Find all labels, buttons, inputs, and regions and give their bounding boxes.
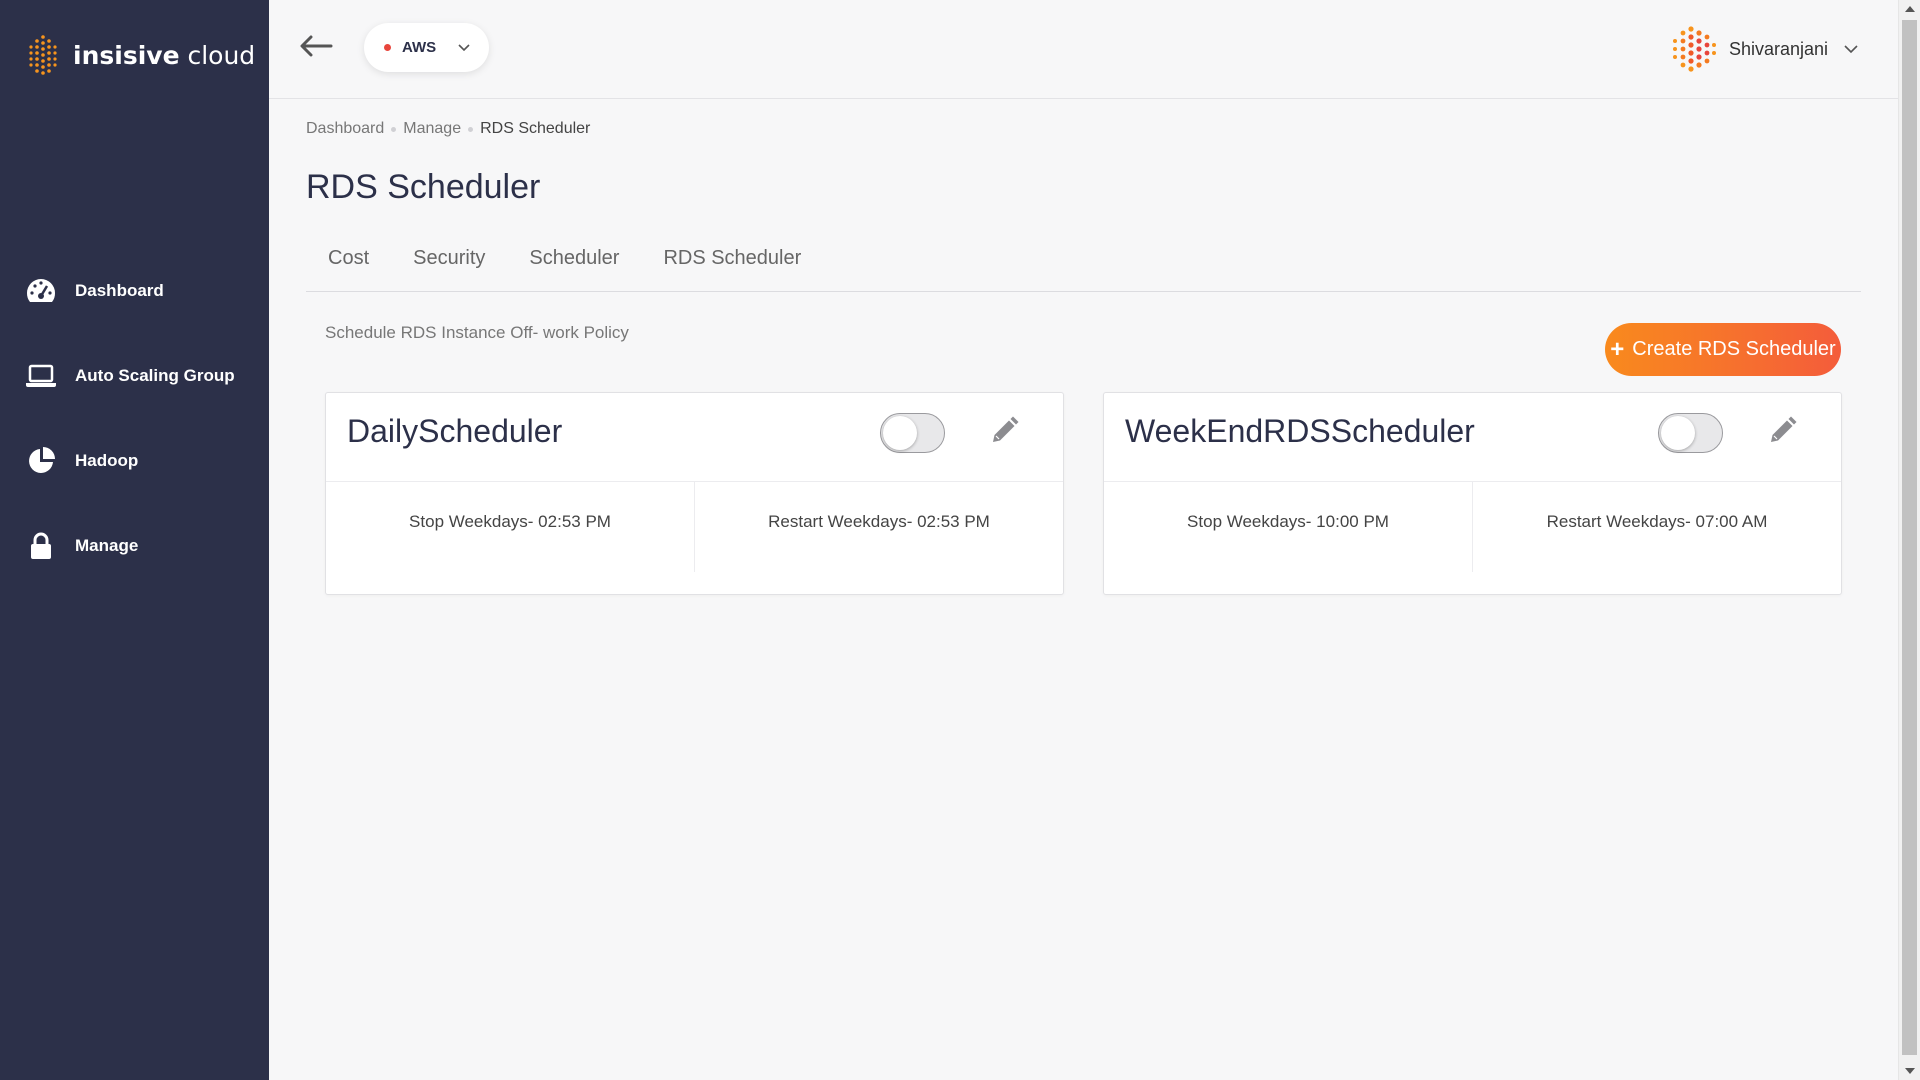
scheduler-card-list: DailyScheduler Stop Weekdays- 02:53 PM R…: [325, 392, 1842, 595]
breadcrumb: Dashboard Manage RDS Scheduler: [306, 120, 590, 138]
plus-icon: +: [1610, 335, 1625, 363]
chevron-down-icon: [458, 43, 470, 51]
scheduler-card-header: DailyScheduler: [326, 393, 1063, 482]
scheduler-enable-toggle[interactable]: [880, 413, 945, 453]
stop-schedule: Stop Weekdays- 10:00 PM: [1187, 512, 1389, 531]
dashboard-gauge-icon: [24, 276, 58, 306]
page-title: RDS Scheduler: [306, 168, 541, 206]
breadcrumb-item-dashboard[interactable]: Dashboard: [306, 120, 384, 138]
scheduler-card-body: Stop Weekdays- 02:53 PM Restart Weekdays…: [326, 482, 1063, 572]
sidebar-item-manage[interactable]: Manage: [0, 503, 269, 588]
stop-schedule: Stop Weekdays- 02:53 PM: [409, 512, 611, 531]
create-rds-scheduler-button[interactable]: + Create RDS Scheduler: [1605, 323, 1841, 376]
cloud-status-dot: [384, 44, 391, 51]
breadcrumb-item-manage[interactable]: Manage: [403, 120, 461, 138]
sidebar-item-label: Hadoop: [75, 450, 139, 470]
lock-icon: [24, 531, 58, 561]
tab-security[interactable]: Security: [391, 240, 507, 291]
sidebar-item-label: Dashboard: [75, 280, 164, 300]
tab-bar: Cost Security Scheduler RDS Scheduler: [306, 240, 1861, 292]
sidebar-item-auto-scaling-group[interactable]: Auto Scaling Group: [0, 333, 269, 418]
breadcrumb-item-current: RDS Scheduler: [480, 120, 591, 137]
user-menu[interactable]: Shivaranjani: [1669, 24, 1858, 74]
main-content: Dashboard Manage RDS Scheduler RDS Sched…: [269, 100, 1898, 1080]
scrollbar-thumb[interactable]: [1902, 20, 1917, 1055]
logo-mark-icon: [29, 35, 57, 75]
sidebar-nav: Dashboard Auto Scaling Group Hadoop Mana…: [0, 248, 269, 588]
breadcrumb-separator: [468, 126, 474, 132]
toggle-knob: [1661, 416, 1695, 450]
sidebar-item-label: Manage: [75, 535, 139, 555]
back-button[interactable]: [296, 28, 336, 64]
tab-scheduler[interactable]: Scheduler: [507, 240, 641, 291]
edit-scheduler-button[interactable]: [987, 414, 1021, 448]
sidebar-item-dashboard[interactable]: Dashboard: [0, 248, 269, 333]
restart-schedule: Restart Weekdays- 02:53 PM: [694, 482, 1063, 572]
create-button-label: Create RDS Scheduler: [1632, 338, 1836, 360]
pie-chart-icon: [24, 446, 58, 476]
chevron-down-icon: [1844, 44, 1858, 53]
tab-cost[interactable]: Cost: [306, 240, 391, 291]
scheduler-card: DailyScheduler Stop Weekdays- 02:53 PM R…: [325, 392, 1064, 595]
section-subtitle: Schedule RDS Instance Off- work Policy: [325, 323, 629, 342]
edit-scheduler-button[interactable]: [1765, 414, 1799, 448]
vertical-scrollbar[interactable]: [1898, 0, 1920, 1080]
pencil-icon: [1771, 416, 1797, 442]
arrow-left-icon: [300, 35, 333, 57]
scheduler-card-header: WeekEndRDSScheduler: [1104, 393, 1841, 482]
scheduler-enable-toggle[interactable]: [1658, 413, 1723, 453]
scheduler-name: DailyScheduler: [347, 413, 563, 449]
sidebar-item-hadoop[interactable]: Hadoop: [0, 418, 269, 503]
restart-schedule: Restart Weekdays- 07:00 AM: [1472, 482, 1841, 572]
sidebar-item-label: Auto Scaling Group: [75, 365, 235, 385]
avatar: [1672, 26, 1716, 72]
scroll-down-icon[interactable]: [1905, 1068, 1915, 1074]
sidebar: insisive cloud Dashboard Auto Scaling Gr…: [0, 0, 269, 1080]
breadcrumb-separator: [391, 126, 397, 132]
pencil-icon: [993, 416, 1019, 442]
laptop-icon: [24, 361, 58, 391]
top-header: AWS Shivaranjani: [269, 0, 1898, 99]
toggle-knob: [883, 416, 917, 450]
logo-text: insisive cloud: [73, 40, 256, 70]
tab-rds-scheduler[interactable]: RDS Scheduler: [641, 240, 823, 291]
cloud-provider-label: AWS: [402, 39, 437, 56]
cloud-provider-select[interactable]: AWS: [364, 23, 489, 72]
scroll-up-icon[interactable]: [1905, 6, 1915, 12]
app-logo[interactable]: insisive cloud: [27, 33, 255, 77]
scheduler-card-body: Stop Weekdays- 10:00 PM Restart Weekdays…: [1104, 482, 1841, 572]
scheduler-name: WeekEndRDSScheduler: [1125, 413, 1475, 449]
user-name: Shivaranjani: [1728, 38, 1828, 59]
scheduler-card: WeekEndRDSScheduler Stop Weekdays- 10:00…: [1103, 392, 1842, 595]
